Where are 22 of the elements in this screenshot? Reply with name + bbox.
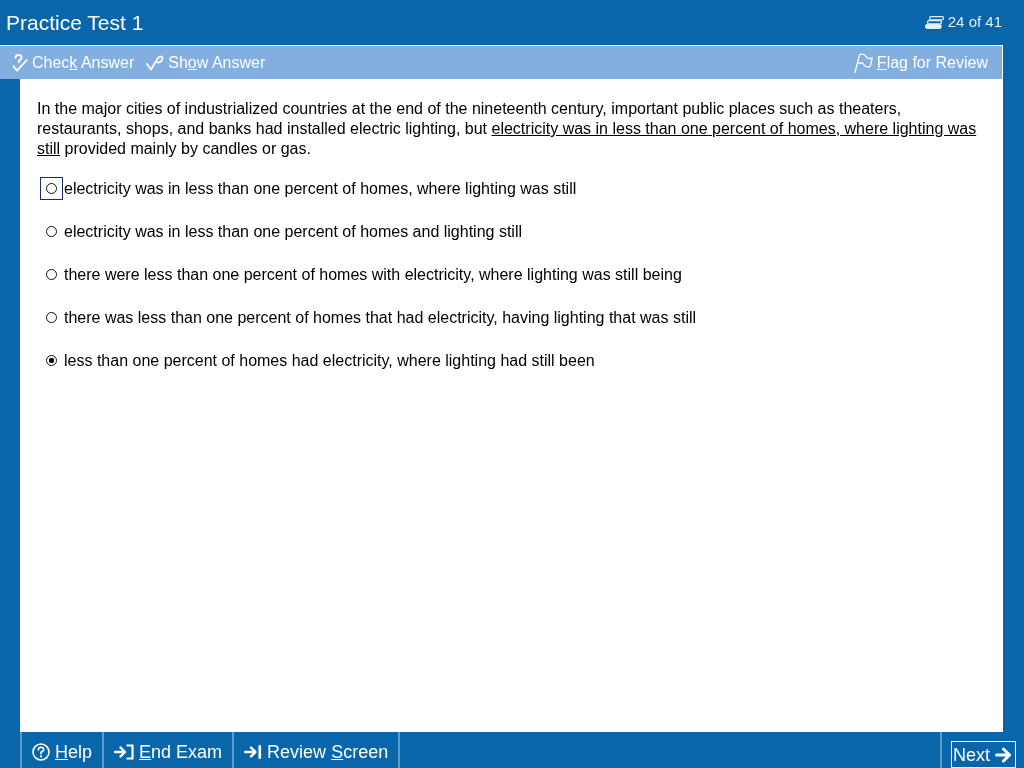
check-question-icon	[12, 53, 28, 72]
option-text: electricity was in less than one percent of homes and lighting still	[64, 221, 522, 242]
arrow-into-bracket-icon	[114, 744, 135, 760]
help-icon	[32, 743, 50, 761]
arrow-to-bar-icon	[244, 744, 263, 760]
radio-button[interactable]	[46, 355, 57, 366]
right-arrow-icon	[995, 746, 1013, 763]
option-text: there was less than one percent of homes that had electricity, having lighting that was still	[64, 307, 697, 328]
radio-button[interactable]	[46, 226, 57, 237]
question-counter: 24 of 41	[947, 12, 1002, 33]
flag-icon	[852, 52, 873, 73]
window-title: Practice Test 1	[6, 9, 144, 36]
radio-button[interactable]	[46, 312, 57, 323]
radio-button[interactable]	[46, 183, 57, 194]
option-text: less than one percent of homes had electricity, where lighting had still been	[64, 350, 595, 371]
passage-text: In the major cities of industrialized countries at the end of the nineteenth century, important public places such as theaters, restaurants, shops, and banks had installed electric lighting, but electricity was in less than one percent of homes, where lighting was still provided mainly by candles or gas.	[37, 99, 978, 159]
option-text: there were less than one percent of homes with electricity, where lighting was still being	[64, 264, 682, 285]
option-text: electricity was in less than one percent of homes, where lighting was still	[64, 178, 577, 199]
stacked-pages-icon	[924, 16, 944, 29]
radio-button[interactable]	[46, 269, 57, 280]
check-mark-icon	[146, 54, 165, 71]
next-button[interactable]: Next	[951, 741, 1016, 768]
